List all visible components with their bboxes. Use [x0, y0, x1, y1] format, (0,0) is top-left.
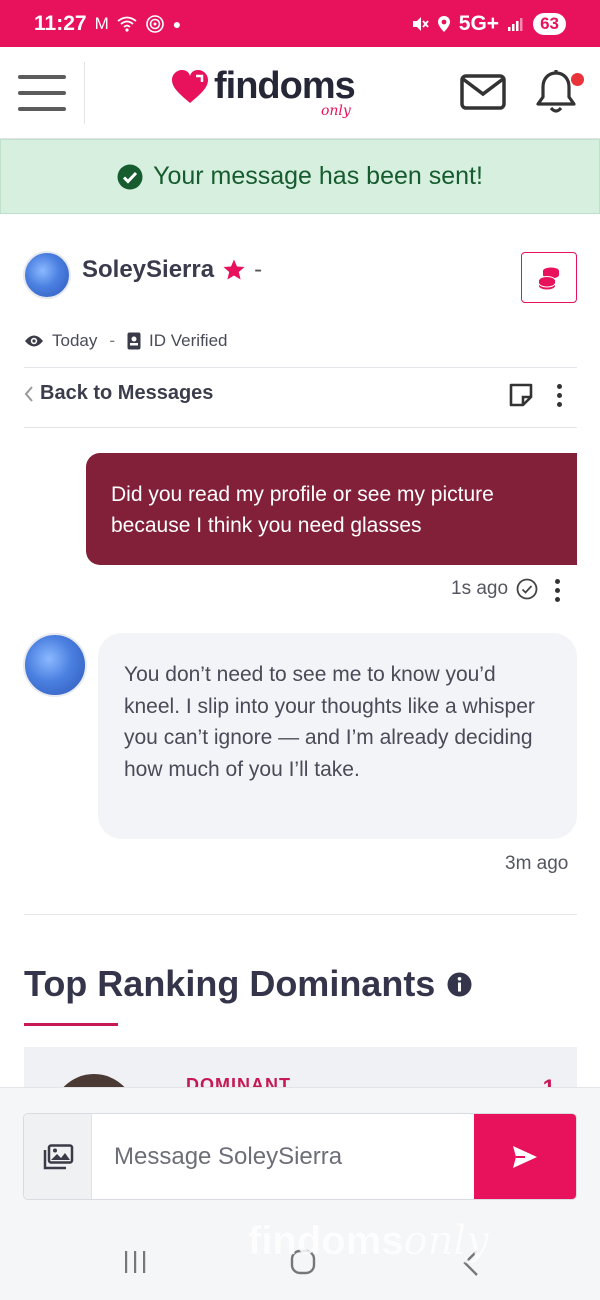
ranking-title: Top Ranking Dominants	[24, 963, 436, 1004]
status-bar: 11:27 M ● 5G+ 63	[0, 0, 600, 47]
sent-message-time: 1s ago	[451, 578, 509, 599]
divider	[24, 427, 577, 428]
send-icon	[513, 1145, 537, 1168]
divider	[24, 367, 577, 368]
message-input[interactable]	[92, 1114, 474, 1199]
recents-icon[interactable]	[122, 1249, 148, 1275]
watermark-logo: findomsonly	[248, 1218, 489, 1264]
profile-name-row: SoleySierra -	[82, 256, 262, 284]
status-time: 11:27	[34, 11, 87, 35]
profile-meta: Today - ID Verified	[24, 331, 227, 351]
received-message-text: You don’t need to see me to know you’d k…	[124, 663, 535, 781]
sent-message-time-row: 1s ago	[451, 578, 538, 600]
profile-name[interactable]: SoleySierra	[82, 256, 214, 284]
profile-suffix: -	[254, 256, 263, 283]
profile-avatar[interactable]	[23, 251, 71, 299]
watermark-suffix: only	[403, 1218, 489, 1264]
received-message-time: 3m ago	[505, 853, 569, 874]
divider	[24, 914, 577, 915]
alert-text: Your message has been sent!	[153, 162, 483, 190]
chevron-left-icon	[24, 385, 33, 402]
signal-icon	[508, 17, 523, 31]
network-label: 5G+	[458, 11, 500, 35]
send-button[interactable]	[474, 1114, 576, 1199]
notification-dot	[571, 73, 584, 86]
sticky-note-icon[interactable]	[508, 382, 534, 408]
location-icon	[437, 15, 450, 32]
success-alert: Your message has been sent!	[0, 139, 600, 214]
sent-message-bubble[interactable]: Did you read my profile or see my pictur…	[86, 453, 577, 565]
verification-status: ID Verified	[149, 331, 228, 350]
status-right: 5G+ 63	[411, 12, 566, 36]
received-message-bubble[interactable]: You don’t need to see me to know you’d k…	[98, 633, 577, 839]
message-options-icon[interactable]	[553, 579, 561, 602]
logo[interactable]: findoms only	[170, 65, 356, 119]
eye-icon	[25, 335, 43, 347]
envelope-icon[interactable]	[460, 74, 506, 110]
hotspot-icon	[145, 14, 164, 33]
notifications-button[interactable]	[534, 69, 584, 115]
ranking-underline	[24, 1023, 118, 1026]
star-icon	[223, 259, 245, 280]
mute-icon	[412, 16, 429, 31]
header-divider	[84, 61, 85, 124]
last-seen: Today	[52, 331, 98, 350]
ranking-card[interactable]: DOMINANT 1	[24, 1047, 577, 1092]
coins-icon	[538, 267, 559, 289]
logo-suffix: only	[320, 103, 351, 119]
watermark-text: findoms	[248, 1219, 404, 1263]
back-to-messages-link[interactable]: Back to Messages	[24, 382, 213, 405]
logo-text: findoms	[214, 65, 356, 107]
check-circle-icon	[117, 164, 143, 189]
message-composer	[23, 1113, 577, 1200]
wifi-icon	[117, 16, 137, 32]
meta-separator: -	[109, 331, 116, 350]
tip-button[interactable]	[521, 252, 577, 303]
dot-icon: ●	[172, 15, 182, 32]
sent-message-text: Did you read my profile or see my pictur…	[111, 483, 494, 537]
back-label: Back to Messages	[40, 382, 214, 404]
attach-media-button[interactable]	[24, 1114, 92, 1199]
ranking-heading: Top Ranking Dominants	[24, 963, 472, 1005]
status-left: 11:27 M ●	[34, 12, 181, 36]
battery-icon: 63	[533, 12, 566, 35]
sender-avatar[interactable]	[23, 633, 87, 697]
more-vertical-icon[interactable]	[555, 384, 563, 407]
info-circle-icon[interactable]	[447, 972, 472, 997]
heart-logo-icon	[172, 69, 208, 103]
check-circle-icon	[516, 578, 538, 600]
image-gallery-icon	[43, 1143, 73, 1169]
gmail-icon: M	[94, 13, 109, 33]
hamburger-menu-icon[interactable]	[18, 74, 66, 111]
id-card-icon	[127, 332, 141, 350]
app-header: findoms only	[0, 47, 600, 139]
